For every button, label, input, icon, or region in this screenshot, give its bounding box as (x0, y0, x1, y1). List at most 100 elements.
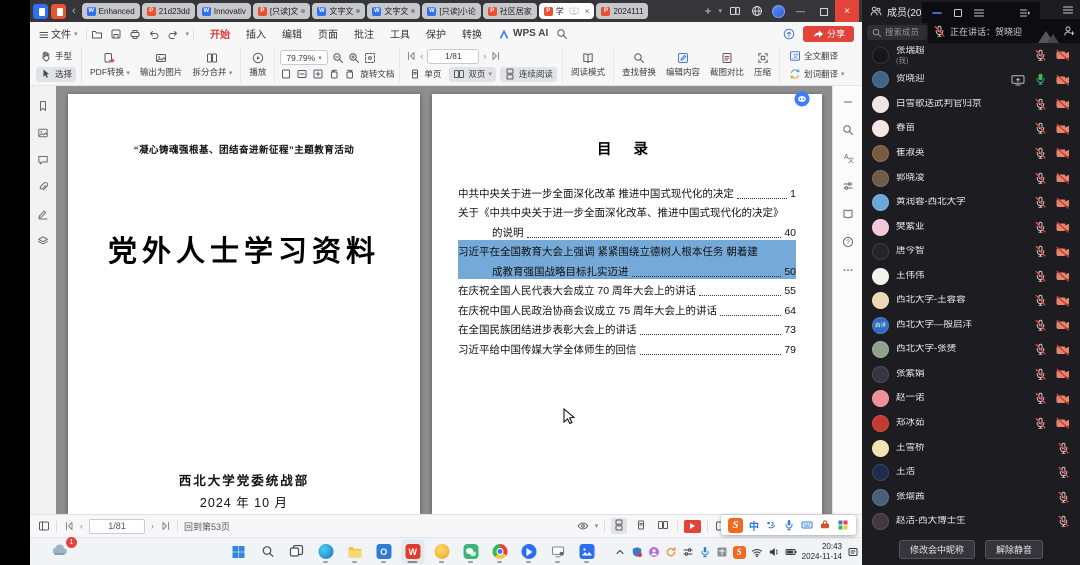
view-continuous-icon[interactable] (611, 518, 627, 534)
tab-list-caret[interactable]: ▾ (718, 7, 722, 15)
fit-width-icon[interactable] (296, 68, 308, 80)
thumbnail-panel-icon[interactable] (38, 520, 50, 532)
edit-content-button[interactable]: 编辑内容 (663, 52, 703, 78)
zoom-in-icon[interactable] (348, 52, 360, 64)
last-page-button[interactable] (490, 50, 501, 62)
remote-app-icon[interactable] (648, 546, 660, 558)
globe-icon[interactable] (747, 3, 766, 20)
member-row[interactable]: 张瑞超(我) (862, 43, 1080, 68)
ime-mode-toggle[interactable]: 中 (749, 518, 759, 533)
split-window-icon[interactable] (725, 3, 744, 20)
pdf-convert-button[interactable]: PDF转换 ▾ (87, 52, 133, 78)
open-icon[interactable] (91, 28, 103, 40)
window-minimize-button[interactable]: — (791, 3, 810, 20)
tab-close-icon[interactable]: × (584, 7, 590, 16)
zoom-out-icon[interactable] (332, 52, 344, 64)
screenshot-compare-button[interactable]: 截图对比 (707, 52, 747, 78)
reading-icon[interactable] (842, 208, 854, 220)
menu-item-保护[interactable]: 保护 (418, 26, 454, 41)
upload-cloud-icon[interactable] (783, 28, 795, 40)
next-page-button[interactable]: › (483, 51, 486, 61)
tab-back-button[interactable]: ‹ (69, 5, 79, 17)
member-row[interactable]: 王雪桥 (862, 436, 1080, 461)
rotate-label[interactable]: 旋转文档 (360, 68, 394, 80)
menu-item-插入[interactable]: 插入 (238, 26, 274, 41)
meeting-minimize-icon[interactable] (931, 7, 943, 19)
snapshot-icon[interactable] (364, 52, 376, 64)
meeting-list-icon[interactable] (973, 7, 985, 19)
document-tab-9[interactable]: P2024111 (596, 3, 648, 19)
signature-icon[interactable] (37, 208, 49, 220)
member-row[interactable]: 唐今智 (862, 239, 1080, 264)
status-next-page-button[interactable]: › (151, 521, 154, 531)
ime-voice-icon[interactable] (783, 519, 795, 531)
continuous-read-button[interactable]: 连续阅读 (500, 67, 557, 82)
select-tool-button[interactable]: 选择 (36, 67, 76, 82)
volume-icon[interactable] (768, 546, 780, 558)
taskbar-app-wechat[interactable] (459, 539, 482, 564)
menu-search-icon[interactable] (556, 28, 568, 40)
translate-icon[interactable]: A文 (842, 152, 854, 164)
member-row[interactable]: 西北大学-张赟 (862, 338, 1080, 363)
bookmark-icon[interactable] (37, 100, 49, 112)
add-member-icon[interactable] (1063, 25, 1075, 37)
comment-icon[interactable] (37, 154, 49, 166)
taskbar-app-outlook[interactable]: O (372, 539, 395, 564)
rotate-right-icon[interactable] (344, 68, 356, 80)
settings-toggles-icon[interactable] (682, 546, 694, 558)
menu-item-页面[interactable]: 页面 (310, 26, 346, 41)
sogou-tray-icon[interactable]: S (733, 546, 746, 559)
taskbar-app-chrome[interactable] (488, 539, 511, 564)
cloud-sync-tray-icon[interactable]: 1 (50, 541, 74, 563)
tray-mic-icon[interactable] (699, 546, 711, 558)
menu-item-编辑[interactable]: 编辑 (274, 26, 310, 41)
taskbar-app-search[interactable] (256, 539, 279, 564)
menu-item-工具[interactable]: 工具 (382, 26, 418, 41)
defender-icon[interactable] (631, 546, 643, 558)
member-row[interactable]: 西北大学-王蓉蓉 (862, 288, 1080, 313)
first-page-button[interactable] (405, 50, 416, 62)
battery-icon[interactable] (785, 546, 797, 558)
member-row[interactable]: 樊紫亚 (862, 215, 1080, 240)
view-double-icon[interactable] (655, 518, 671, 534)
zoom-value-dropdown[interactable]: 79.79%▾ (280, 50, 327, 65)
taskbar-app-wps[interactable]: W (401, 539, 424, 564)
full-translate-button[interactable]: 文全文翻译 (785, 49, 849, 64)
more-icon[interactable] (842, 264, 854, 276)
hand-tool-button[interactable]: 手型 (36, 49, 76, 64)
share-button[interactable]: 分享 (803, 26, 854, 42)
member-row[interactable]: 郭晓凌 (862, 166, 1080, 191)
member-row[interactable]: 郑冰茹 (862, 411, 1080, 436)
document-tab-1[interactable]: P21d23dd (142, 3, 195, 19)
tray-expand-icon[interactable] (614, 546, 626, 558)
read-mode-button[interactable]: 阅读模式 (568, 52, 608, 78)
search-icon[interactable] (842, 124, 854, 136)
taskbar-app-taskview[interactable] (285, 539, 308, 564)
panel-collapse-icon[interactable] (1019, 7, 1031, 19)
new-tab-button[interactable]: + (700, 4, 715, 18)
fullscreen-play-button[interactable] (684, 520, 701, 533)
prev-page-button[interactable]: ‹ (420, 51, 423, 61)
actual-size-icon[interactable] (280, 68, 292, 80)
sync-icon[interactable] (665, 546, 677, 558)
member-row[interactable]: 张瑜茜 (862, 485, 1080, 510)
attachment-icon[interactable] (37, 181, 49, 193)
single-page-button[interactable]: 单页 (405, 67, 445, 82)
play-button[interactable]: 播放 (246, 52, 269, 78)
document-tab-5[interactable]: W文字文 (367, 3, 420, 19)
account-avatar[interactable] (769, 3, 788, 20)
panel-menu-icon[interactable] (1062, 4, 1074, 19)
status-last-page-button[interactable] (160, 520, 171, 532)
save-icon[interactable] (110, 28, 122, 40)
redo-icon[interactable] (167, 28, 179, 40)
collapse-icon[interactable] (842, 96, 854, 108)
quick-access-caret[interactable]: ▾ (186, 30, 190, 38)
document-tab-6[interactable]: W[只读]小论 (422, 3, 480, 19)
file-menu[interactable]: 文件▾ (38, 26, 78, 41)
member-row[interactable]: 王浩 (862, 460, 1080, 485)
document-tab-2[interactable]: WInnovativ (197, 3, 251, 19)
export-image-button[interactable]: 输出为图片 (137, 52, 186, 78)
clock[interactable]: 20:432024-11-14 (802, 542, 842, 561)
member-row[interactable]: 张紫娟 (862, 362, 1080, 387)
split-merge-button[interactable]: 拆分合并 ▾ (189, 52, 235, 78)
